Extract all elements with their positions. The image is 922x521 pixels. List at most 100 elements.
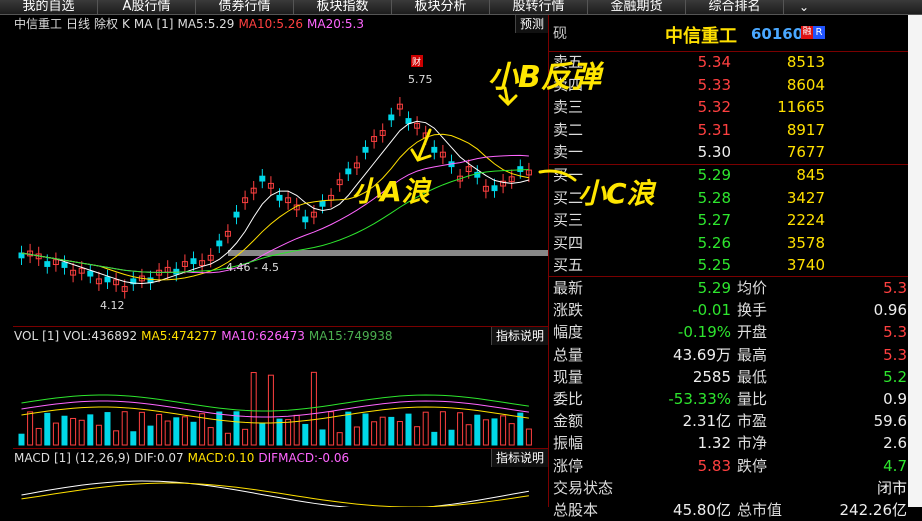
double-chevron-down-icon[interactable]: ⌄ [784, 0, 824, 14]
macd-args: (12,26,9) [74, 451, 131, 465]
stat-label: 最新 [553, 279, 584, 297]
volume-bar [95, 424, 102, 446]
stat-label: 交易状态 [553, 478, 614, 497]
stat-value: 2.31亿 [682, 412, 731, 431]
macd-panel[interactable]: MACD [1] (12,26,9) DIF:0.07 MACD:0.10 DI… [0, 449, 548, 507]
tab-futures[interactable]: 金融期货 [588, 0, 686, 14]
tab-sector-analysis[interactable]: 板块分析 [392, 0, 490, 14]
tab-ranking[interactable]: 综合排名 [686, 0, 784, 14]
volume-bar [353, 426, 360, 446]
stat-value: 0.9 [883, 389, 907, 408]
annotation-rebound: 小B反弹 [488, 60, 601, 95]
dea-line [21, 482, 529, 507]
stat-label: 振幅 [553, 434, 584, 453]
ask-row[interactable]: 卖五 5.34 8513 [549, 51, 909, 74]
stat-row: 最新 5.29 均价 5.3 [549, 277, 909, 299]
macd-param[interactable]: [1] [54, 449, 71, 467]
stat-value: 5.2 [883, 367, 907, 386]
volume-bar [422, 411, 429, 446]
quote-stock-name: 中信重工 [665, 26, 737, 47]
volume-bar [190, 421, 197, 446]
volume-bar [285, 419, 292, 446]
macd-help-button[interactable]: 指标说明 [490, 449, 548, 467]
stat-value: 4.7 [883, 456, 907, 475]
bid-row[interactable]: 买四 5.26 3578 [549, 232, 909, 255]
volume-bar [70, 417, 77, 446]
vol-param[interactable]: [1] [42, 327, 59, 345]
mid-price-label: 4.46 - 4.5 [226, 261, 279, 274]
volume-bar [207, 427, 214, 446]
stat-row: 总股本 45.80亿 总市值 242.26亿 [549, 499, 909, 521]
stat-row: 现量 2585 最低 5.2 [549, 366, 909, 388]
ask-row[interactable]: 卖三 5.32 11665 [549, 96, 909, 119]
ask-row[interactable]: 卖四 5.33 8604 [549, 74, 909, 97]
tab-watchlist[interactable]: 我的自选 [0, 0, 98, 14]
high-price-label: 5.75 [408, 73, 433, 86]
volume-bar [181, 416, 188, 446]
stat-value: 242.26亿 [839, 500, 908, 519]
stat-label: 委比 [553, 389, 584, 408]
volume-bar [61, 415, 68, 446]
kline-period[interactable]: 日线 [66, 15, 90, 33]
volume-bar [439, 411, 446, 446]
stat-value: 43.69万 [673, 345, 731, 364]
tab-bond[interactable]: 债券行情 [196, 0, 294, 14]
macd-chart[interactable] [13, 467, 548, 507]
stat-label: 总股本 [553, 500, 599, 519]
quote-panel: 砚 中信重工 601608 融 R 卖五 5.34 8513 卖四 5.33 8604 … [548, 15, 909, 519]
stat-label: 涨停 [553, 456, 584, 475]
ma10-line [21, 133, 530, 281]
candle-body [44, 261, 51, 267]
kline-param[interactable]: [1] [156, 15, 173, 33]
vol-help-button[interactable]: 指标说明 [490, 327, 548, 345]
candle-body [259, 175, 266, 182]
volume-bar [362, 413, 369, 446]
volume-bar [156, 413, 163, 446]
kline-stock-name: 中信重工 [14, 17, 63, 31]
kline-adjust[interactable]: 除权 [94, 15, 118, 33]
volume-bar [233, 411, 240, 446]
vol-ma15-line [21, 394, 529, 412]
tab-neeq[interactable]: 股转行情 [490, 0, 588, 14]
kline-panel[interactable]: 中信重工 日线 除权 K MA [1] MA5:5.29 MA10:5.26 M… [0, 15, 548, 327]
stat-label: 市净 [737, 434, 768, 453]
ask-row[interactable]: 卖二 5.31 8917 [549, 119, 909, 142]
candle-body [388, 114, 395, 121]
tab-sector-index[interactable]: 板块指数 [294, 0, 392, 14]
stat-row: 金额 2.31亿 市盈 59.6 [549, 410, 909, 432]
candle-body [61, 262, 68, 268]
volume-chart[interactable] [13, 345, 548, 449]
stat-value: 2585 [692, 367, 731, 386]
stat-value: 5.3 [883, 279, 907, 297]
stat-label: 总量 [553, 345, 584, 364]
bid-row[interactable]: 买五 5.25 3740 [549, 254, 909, 277]
candle-body [345, 168, 352, 175]
kline-indicator[interactable]: MA [134, 15, 153, 33]
candle-body [190, 258, 197, 265]
stat-row: 涨跌 -0.01 换手 0.96 [549, 299, 909, 321]
volume-bar [250, 372, 257, 446]
volume-panel[interactable]: VOL [1] VOL:436892 MA5:474277 MA10:62647… [0, 327, 548, 449]
vol-name[interactable]: VOL [14, 327, 38, 345]
stat-row: 交易状态 闭市 [549, 477, 909, 499]
volume-bar [525, 428, 532, 446]
kline-ma20: MA20:5.3 [307, 17, 365, 31]
dif-line [21, 480, 529, 507]
stat-value: -0.19% [677, 323, 731, 342]
macd-difmacd: DIFMACD:-0.06 [258, 451, 350, 465]
volume-bar [371, 421, 378, 446]
forecast-button[interactable]: 预测 [514, 15, 548, 33]
stat-value: 1.32 [697, 434, 731, 453]
macd-name[interactable]: MACD [14, 449, 50, 467]
stat-label: 市盈 [737, 412, 768, 431]
kline-chart-type[interactable]: K [122, 15, 130, 33]
stat-value: 5.83 [697, 456, 731, 475]
volume-bar [500, 415, 507, 446]
candlestick-chart[interactable]: 5.75 4.12 4.46 - 4.5 财 [13, 33, 548, 327]
volume-bar [113, 430, 120, 446]
volume-bar [87, 414, 94, 446]
vol-value: VOL:436892 [63, 329, 138, 343]
tab-a-share[interactable]: A股行情 [98, 0, 196, 14]
bid-row[interactable]: 买三 5.27 2224 [549, 209, 909, 232]
ask-row[interactable]: 卖一 5.30 7677 [549, 141, 909, 164]
